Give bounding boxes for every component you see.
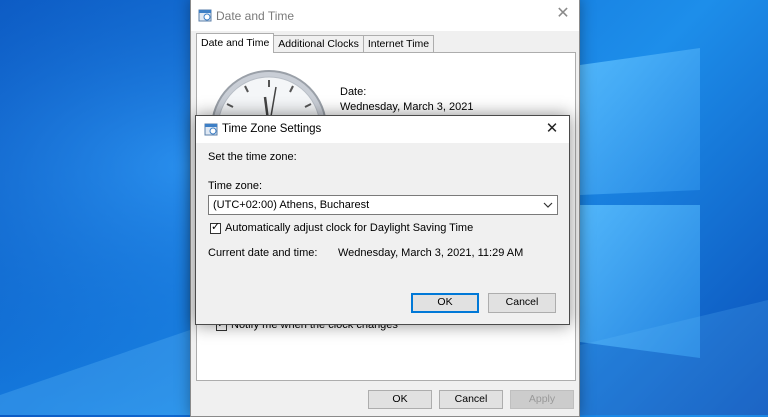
current-date-time-value: Wednesday, March 3, 2021, 11:29 AM <box>338 247 524 259</box>
title-bar: Date and Time ✕ <box>191 0 579 31</box>
date-label: Date: <box>340 86 367 98</box>
date-value: Wednesday, March 3, 2021 <box>340 101 474 113</box>
title-bar: Time Zone Settings ✕ <box>196 116 569 143</box>
chevron-down-icon[interactable] <box>543 196 553 220</box>
tab-strip: Date and Time Additional Clocks Internet… <box>196 33 435 53</box>
tab-internet-time[interactable]: Internet Time <box>362 35 435 52</box>
current-date-time-label: Current date and time: <box>208 247 318 259</box>
cancel-button[interactable]: Cancel <box>488 293 556 313</box>
apply-button[interactable]: Apply <box>510 390 574 409</box>
time-zone-label: Time zone: <box>208 180 263 192</box>
time-zone-selected-value: (UTC+02:00) Athens, Bucharest <box>213 199 370 211</box>
dst-checkbox-row[interactable]: ✓ Automatically adjust clock for Dayligh… <box>210 220 474 234</box>
close-icon[interactable]: ✕ <box>547 0 579 31</box>
checkmark-icon: ✓ <box>211 220 221 233</box>
tab-additional-clocks[interactable]: Additional Clocks <box>273 35 364 52</box>
ok-button[interactable]: OK <box>411 293 479 313</box>
time-zone-settings-dialog: Time Zone Settings ✕ Set the time zone: … <box>195 115 570 325</box>
datetime-icon <box>204 123 218 136</box>
dst-checkbox[interactable]: ✓ <box>210 220 221 234</box>
ok-button[interactable]: OK <box>368 390 432 409</box>
time-zone-dropdown[interactable]: (UTC+02:00) Athens, Bucharest <box>208 195 558 215</box>
dialog-title: Time Zone Settings <box>222 123 322 135</box>
set-time-zone-heading: Set the time zone: <box>208 151 297 163</box>
tab-date-and-time[interactable]: Date and Time <box>196 33 275 53</box>
close-icon[interactable]: ✕ <box>539 116 565 142</box>
window-title: Date and Time <box>216 9 295 23</box>
dst-label: Automatically adjust clock for Daylight … <box>225 222 474 234</box>
cancel-button[interactable]: Cancel <box>439 390 503 409</box>
datetime-icon <box>198 9 212 22</box>
